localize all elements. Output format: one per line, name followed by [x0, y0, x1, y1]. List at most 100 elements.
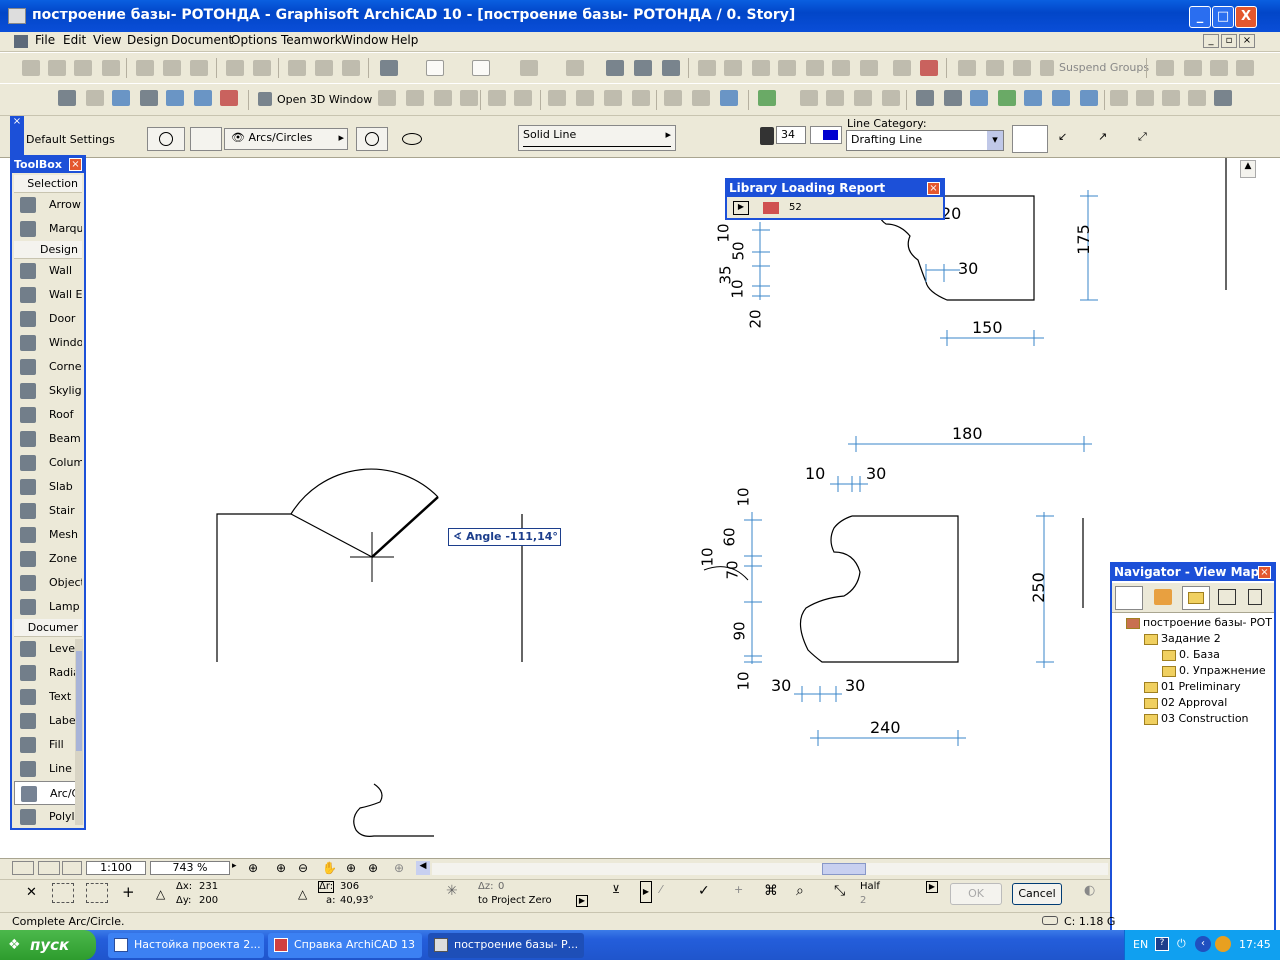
project-map-button[interactable]: [1115, 586, 1143, 610]
render-icon[interactable]: [970, 90, 988, 106]
lock-icon[interactable]: [920, 60, 938, 76]
arrowhead-both-button[interactable]: ⤢: [1138, 130, 1162, 148]
arc-settings-button[interactable]: [147, 127, 185, 151]
r-field[interactable]: 306: [336, 881, 426, 894]
tool-level-dimension[interactable]: Level: [14, 637, 82, 661]
zoom-menu-arrow[interactable]: ▸: [232, 861, 244, 875]
open-icon[interactable]: [48, 60, 66, 76]
tree-item[interactable]: 03 Construction: [1144, 712, 1249, 728]
ok-button[interactable]: OK: [950, 883, 1002, 905]
layer-settings-icon[interactable]: [606, 60, 624, 76]
tool-arc-circle[interactable]: Arc/C: [14, 781, 82, 805]
save-icon[interactable]: [74, 60, 92, 76]
origin-plus-icon[interactable]: +: [122, 883, 138, 903]
menu-file[interactable]: File: [35, 33, 55, 47]
plan-canvas[interactable]: 20 30 175 150 10 50 35 10 20 180 10 30 1…: [88, 158, 1258, 858]
language-indicator[interactable]: EN: [1133, 938, 1148, 951]
tool-door[interactable]: Door: [14, 307, 82, 331]
multiply-icon[interactable]: [882, 90, 900, 106]
polar-coords-icon[interactable]: △: [298, 887, 307, 901]
library-report-expand-button[interactable]: ▶: [733, 201, 749, 215]
align-icon[interactable]: [800, 90, 818, 106]
zoom-back-icon[interactable]: ⊕: [368, 861, 390, 875]
grid-snap-icon[interactable]: [520, 60, 538, 76]
markers-icon[interactable]: [220, 90, 238, 106]
mirror-icon[interactable]: [854, 90, 872, 106]
intersect-icon[interactable]: [778, 60, 796, 76]
tool-column[interactable]: Column: [14, 451, 82, 475]
materials-icon[interactable]: [140, 90, 158, 106]
group-select-icon[interactable]: [958, 60, 976, 76]
syringe-icon[interactable]: [342, 60, 360, 76]
canvas-scroll-up-button[interactable]: ▲: [1240, 160, 1256, 178]
menu-edit[interactable]: Edit: [63, 33, 86, 47]
horizontal-scrollbar[interactable]: [432, 863, 1108, 875]
mdi-minimize-button[interactable]: _: [1203, 34, 1219, 48]
tool-skylight[interactable]: Skyligh: [14, 379, 82, 403]
send-backward-icon[interactable]: [1210, 60, 1228, 76]
fillet-chamfer-icon[interactable]: [1162, 90, 1180, 106]
explore-icon[interactable]: [514, 90, 532, 106]
find-select-icon[interactable]: [288, 60, 306, 76]
parallel-icon[interactable]: +: [734, 883, 752, 903]
suspend-groups-button[interactable]: Suspend Groups: [1059, 61, 1149, 74]
tool-slab[interactable]: Slab: [14, 475, 82, 499]
tool-wall-end[interactable]: Wall En: [14, 283, 82, 307]
toolbox-scrollbar[interactable]: [75, 639, 83, 825]
arrowhead-end-button[interactable]: ↗: [1098, 130, 1122, 148]
layout-book-icon[interactable]: [1218, 589, 1236, 605]
gravity-icon[interactable]: [426, 60, 444, 76]
open-3d-window-icon[interactable]: [258, 92, 272, 106]
terrain-icon[interactable]: [998, 90, 1016, 106]
line-type-dropdown[interactable]: Solid Line ▸: [518, 125, 676, 151]
tree-item[interactable]: 0. Упражнение: [1162, 664, 1266, 680]
info-box-close-button[interactable]: ×: [10, 116, 24, 158]
ellipse-method-button[interactable]: [398, 127, 432, 151]
split-icon[interactable]: [698, 60, 716, 76]
default-settings-label[interactable]: Default Settings: [26, 133, 115, 146]
pen-icon[interactable]: [760, 127, 774, 145]
regroup-icon[interactable]: [1013, 60, 1031, 76]
dx-field[interactable]: 231: [195, 881, 285, 894]
tree-item[interactable]: 0. База: [1162, 648, 1220, 664]
elevation-run-icon[interactable]: ✳: [446, 883, 466, 903]
orbit-icon[interactable]: [460, 90, 478, 106]
google-tray-icon[interactable]: [1215, 936, 1231, 952]
tree-item[interactable]: построение базы- РОТ: [1126, 616, 1272, 632]
mark-icon[interactable]: [566, 60, 584, 76]
zoom-fit-icon[interactable]: ⊕: [248, 861, 264, 875]
toolbox-section-design[interactable]: Design: [14, 241, 82, 259]
marquee-select-icon[interactable]: [52, 883, 74, 903]
photorender-icon[interactable]: [1052, 90, 1070, 106]
menu-view[interactable]: View: [93, 33, 121, 47]
suspend-groups-icon[interactable]: [1040, 60, 1054, 76]
tree-item[interactable]: 01 Preliminary: [1144, 680, 1241, 696]
cancel-x-icon[interactable]: [662, 60, 680, 76]
document-icon[interactable]: [14, 35, 28, 48]
scale-icon[interactable]: [634, 60, 652, 76]
guide-line-icon[interactable]: ⁄: [660, 883, 682, 903]
eyedropper-icon[interactable]: [315, 60, 333, 76]
close-button[interactable]: X: [1235, 6, 1257, 28]
house-icon[interactable]: [576, 90, 594, 106]
section-icon[interactable]: [548, 90, 566, 106]
copy-icon[interactable]: [163, 60, 181, 76]
zones-icon[interactable]: [194, 90, 212, 106]
menu-window[interactable]: Window: [341, 33, 388, 47]
extend-icon[interactable]: [752, 60, 770, 76]
menu-help[interactable]: Help: [391, 33, 418, 47]
navigator-preview-icon[interactable]: [12, 861, 34, 875]
tool-stair[interactable]: Stair: [14, 499, 82, 523]
tool-mesh[interactable]: Mesh: [14, 523, 82, 547]
zoom-previous-icon[interactable]: ⊕: [346, 861, 362, 875]
view-map-button[interactable]: [1182, 586, 1210, 610]
arrowhead-start-button[interactable]: ↙: [1058, 130, 1082, 148]
tool-marquee[interactable]: Marque: [14, 217, 82, 241]
pen-set-icon[interactable]: [166, 90, 184, 106]
curtain-wall-icon[interactable]: [1214, 90, 1232, 106]
send-to-back-icon[interactable]: [1236, 60, 1254, 76]
tool-text[interactable]: Text: [14, 685, 82, 709]
zoom-out-icon[interactable]: ⊖: [298, 861, 314, 875]
fill-pattern-icon[interactable]: [112, 90, 130, 106]
scale-field[interactable]: 1:100: [86, 861, 146, 875]
